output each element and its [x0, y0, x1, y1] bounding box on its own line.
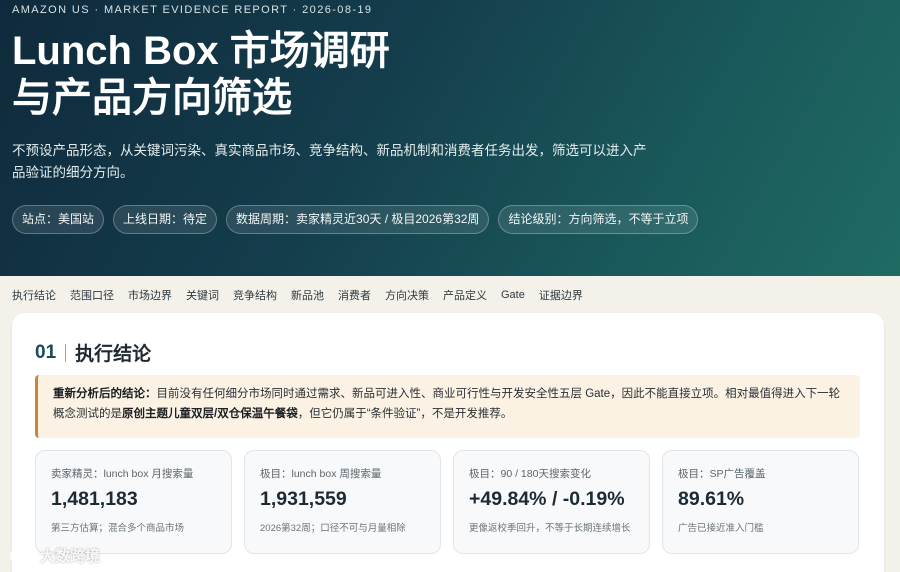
meta-pills: 站点：美国站 上线日期：待定 数据周期：卖家精灵近30天 / 极目2026第32… [12, 205, 699, 234]
hero-banner: AMAZON US · MARKET EVIDENCE REPORT · 202… [0, 0, 900, 276]
nav-item-new-products[interactable]: 新品池 [291, 287, 324, 303]
title-line-1: Lunch Box 市场调研 [12, 29, 390, 73]
metric-label: 极目：SP广告覆盖 [678, 468, 766, 480]
nav-item-gate[interactable]: Gate [501, 289, 525, 301]
watermark-text: 大数跨境 [40, 548, 101, 565]
title-line-2: 与产品方向筛选 [12, 76, 292, 120]
conclusion-card: 01 执行结论 重新分析后的结论：目前没有任何细分市场同时通过需求、新品可进入性… [12, 313, 884, 572]
lead-paragraph: 不预设产品形态，从关键词污染、真实商品市场、竞争结构、新品机制和消费者任务出发，… [12, 143, 647, 180]
metric-note: 第三方估算；混合多个商品市场 [51, 523, 185, 534]
nav-item-market-boundary[interactable]: 市场边界 [128, 287, 172, 303]
pill-site: 站点：美国站 [12, 205, 105, 234]
metric-value: 1,481,183 [51, 488, 138, 510]
watermark: 大数跨境 [10, 545, 100, 566]
nav-item-consumers[interactable]: 消费者 [338, 287, 371, 303]
nav-item-competition[interactable]: 竞争结构 [233, 287, 277, 303]
nav-item-conclusion[interactable]: 执行结论 [12, 287, 56, 303]
nav-item-scope[interactable]: 范围口径 [70, 287, 114, 303]
nav-item-direction[interactable]: 方向决策 [385, 287, 429, 303]
metric-label: 卖家精灵：lunch box 月搜索量 [51, 468, 194, 480]
page-title: Lunch Box 市场调研 与产品方向筛选 [12, 28, 612, 122]
metric-card: 极目：SP广告覆盖 89.61% 广告已接近准入门槛 [662, 450, 859, 554]
nav-item-evidence[interactable]: 证据边界 [539, 287, 583, 303]
conclusion-callout: 重新分析后的结论：目前没有任何细分市场同时通过需求、新品可进入性、商业可行性与开… [35, 375, 860, 438]
pill-conclusion-level: 结论级别：方向筛选，不等于立项 [498, 205, 699, 234]
report-eyebrow: AMAZON US · MARKET EVIDENCE REPORT · 202… [12, 4, 373, 16]
nav-item-product-definition[interactable]: 产品定义 [443, 287, 487, 303]
metric-note: 2026第32周；口径不可与月量相除 [260, 523, 406, 534]
metric-label: 极目：90 / 180天搜索变化 [469, 468, 591, 480]
section-heading: 01 执行结论 [35, 339, 151, 366]
metric-label: 极目：lunch box 周搜索量 [260, 468, 382, 480]
metric-note: 更像返校季回升，不等于长期连续增长 [469, 523, 631, 534]
metric-card: 极目：90 / 180天搜索变化 +49.84% / -0.19% 更像返校季回… [453, 450, 650, 554]
metric-value: 89.61% [678, 488, 745, 510]
metric-note: 广告已接近准入门槛 [678, 523, 764, 534]
metric-cards: 卖家精灵：lunch box 月搜索量 1,481,183 第三方估算；混合多个… [35, 450, 859, 554]
section-title: 执行结论 [75, 344, 152, 365]
pill-launch-date: 上线日期：待定 [113, 205, 218, 234]
pill-data-period: 数据周期：卖家精灵近30天 / 极目2026第32周 [226, 205, 490, 234]
callout-highlight: 原创主题儿童双层/双仓保温午餐袋 [122, 408, 298, 420]
callout-text-end: ，但它仍属于“条件验证”，不是开发推荐。 [297, 408, 513, 420]
metric-value: +49.84% / -0.19% [469, 488, 625, 510]
section-number: 01 [35, 341, 57, 363]
metric-card: 卖家精灵：lunch box 月搜索量 1,481,183 第三方估算；混合多个… [35, 450, 232, 554]
section-divider [65, 343, 67, 362]
callout-label: 重新分析后的结论： [53, 388, 157, 400]
metric-card: 极目：lunch box 周搜索量 1,931,559 2026第32周；口径不… [244, 450, 441, 554]
metric-value: 1,931,559 [260, 488, 347, 510]
watermark-logo-icon [10, 546, 34, 565]
section-nav: 执行结论 范围口径 市场边界 关键词 竞争结构 新品池 消费者 方向决策 产品定… [0, 276, 900, 313]
nav-item-keywords[interactable]: 关键词 [186, 287, 219, 303]
